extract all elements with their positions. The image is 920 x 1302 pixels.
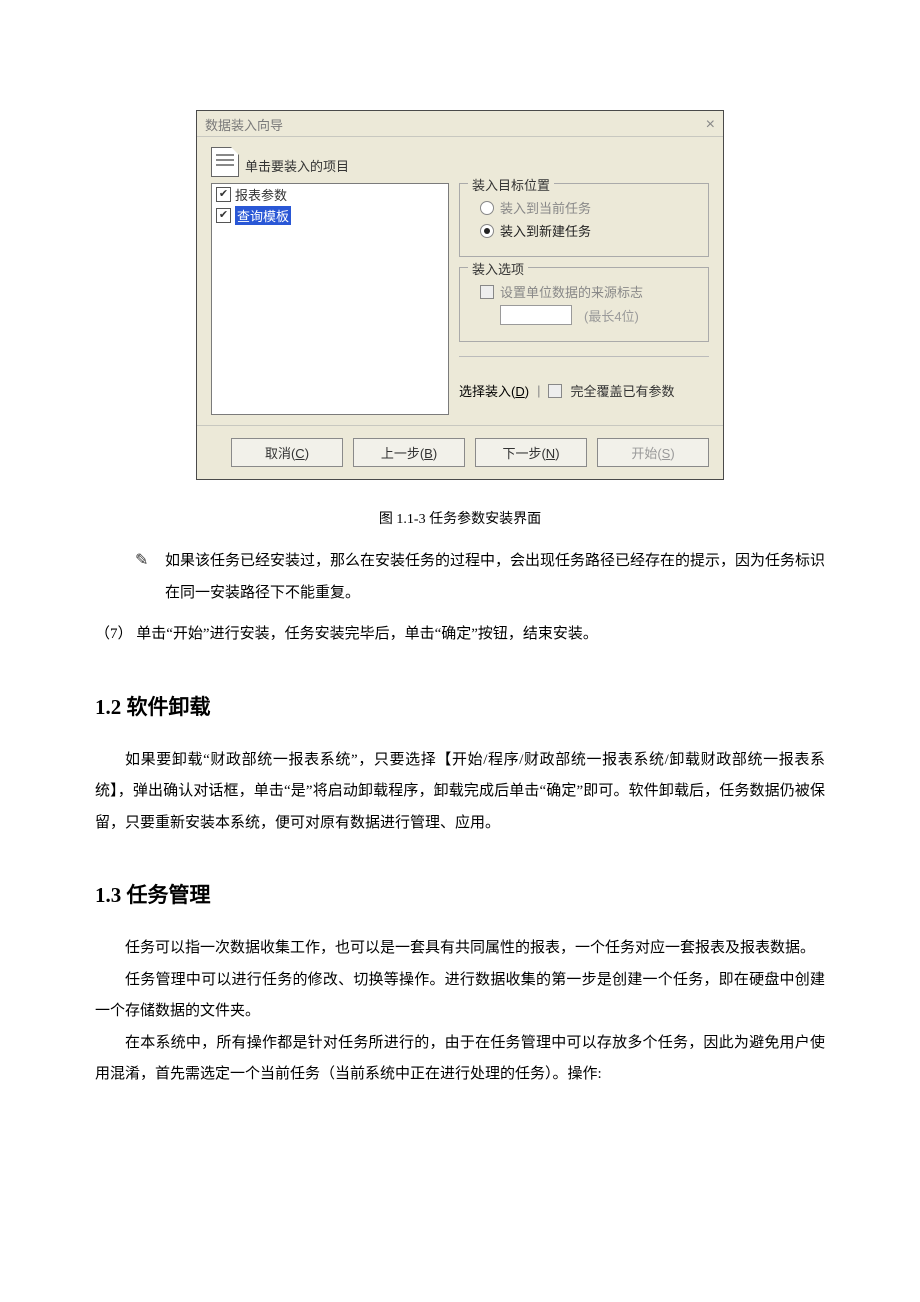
list-item[interactable]: ✔ 查询模板: [212, 205, 448, 226]
dialog-titlebar: 数据装入向导 ×: [197, 111, 723, 137]
group-legend: 装入目标位置: [468, 175, 554, 194]
dialog-title: 数据装入向导: [205, 115, 283, 134]
step-7: （7） 单击“开始”进行安装，任务安装完毕后，单击“确定”按钮，结束安装。: [95, 619, 825, 651]
paragraph: 任务管理中可以进行任务的修改、切换等操作。进行数据收集的第一步是创建一个任务，即…: [95, 965, 825, 1028]
select-load-link[interactable]: 选择装入(D): [459, 381, 529, 400]
target-location-group: 装入目标位置 装入到当前任务 装入到新建任务: [459, 183, 709, 257]
radio-icon: [480, 224, 494, 238]
document-icon: [211, 147, 239, 177]
radio-label: 装入到当前任务: [500, 198, 591, 217]
paragraph: 在本系统中，所有操作都是针对任务所进行的，由于在任务管理中可以存放多个任务，因此…: [95, 1028, 825, 1091]
load-options-group: 装入选项 设置单位数据的来源标志 (最长4位): [459, 267, 709, 342]
heading-1-3: 1.3 任务管理: [95, 879, 825, 909]
set-source-flag-checkbox[interactable]: 设置单位数据的来源标志: [480, 282, 698, 301]
checkbox-label: 设置单位数据的来源标志: [500, 282, 643, 301]
cover-existing-label: 完全覆盖已有参数: [570, 381, 674, 400]
document-page: 数据装入向导 × 单击要装入的项目 ✔ 报表参数 ✔: [0, 0, 920, 1151]
group-legend: 装入选项: [468, 259, 528, 278]
radio-load-current[interactable]: 装入到当前任务: [480, 198, 698, 217]
dialog-footer: 取消(C) 上一步(B) 下一步(N) 开始(S): [197, 425, 723, 479]
section-header: 单击要装入的项目: [211, 147, 709, 177]
checkbox-icon: [480, 285, 494, 299]
select-load-row: 选择装入(D) | 完全覆盖已有参数: [459, 381, 709, 400]
source-flag-input[interactable]: [500, 305, 572, 325]
list-item-label: 查询模板: [235, 206, 291, 225]
close-icon[interactable]: ×: [706, 117, 715, 133]
hint-text: (最长4位): [584, 306, 639, 325]
note-text: 如果该任务已经安装过，那么在安装任务的过程中，会出现任务路径已经存在的提示，因为…: [165, 546, 825, 609]
radio-icon: [480, 201, 494, 215]
hand-write-icon: ✎: [135, 546, 155, 609]
radio-label: 装入到新建任务: [500, 221, 591, 240]
checkbox-icon[interactable]: [548, 384, 562, 398]
back-button[interactable]: 上一步(B): [353, 438, 465, 467]
list-item[interactable]: ✔ 报表参数: [212, 184, 448, 205]
paragraph: 如果要卸载“财政部统一报表系统”，只要选择【开始/程序/财政部统一报表系统/卸载…: [95, 745, 825, 840]
heading-1-2: 1.2 软件卸载: [95, 691, 825, 721]
figure: 数据装入向导 × 单击要装入的项目 ✔ 报表参数 ✔: [196, 110, 724, 480]
start-button[interactable]: 开始(S): [597, 438, 709, 467]
figure-caption: 图 1.1-3 任务参数安装界面: [95, 508, 825, 528]
dialog-body: 单击要装入的项目 ✔ 报表参数 ✔ 查询模板: [197, 137, 723, 425]
checkbox-icon[interactable]: ✔: [216, 187, 231, 202]
data-load-wizard-dialog: 数据装入向导 × 单击要装入的项目 ✔ 报表参数 ✔: [196, 110, 724, 480]
radio-load-new[interactable]: 装入到新建任务: [480, 221, 698, 240]
section-header-text: 单击要装入的项目: [245, 156, 349, 177]
checkbox-icon[interactable]: ✔: [216, 208, 231, 223]
note-block: ✎ 如果该任务已经安装过，那么在安装任务的过程中，会出现任务路径已经存在的提示，…: [135, 546, 825, 609]
cancel-button[interactable]: 取消(C): [231, 438, 343, 467]
list-item-label: 报表参数: [235, 185, 287, 204]
items-listbox[interactable]: ✔ 报表参数 ✔ 查询模板: [211, 183, 449, 415]
paragraph: 任务可以指一次数据收集工作，也可以是一套具有共同属性的报表，一个任务对应一套报表…: [95, 933, 825, 965]
next-button[interactable]: 下一步(N): [475, 438, 587, 467]
